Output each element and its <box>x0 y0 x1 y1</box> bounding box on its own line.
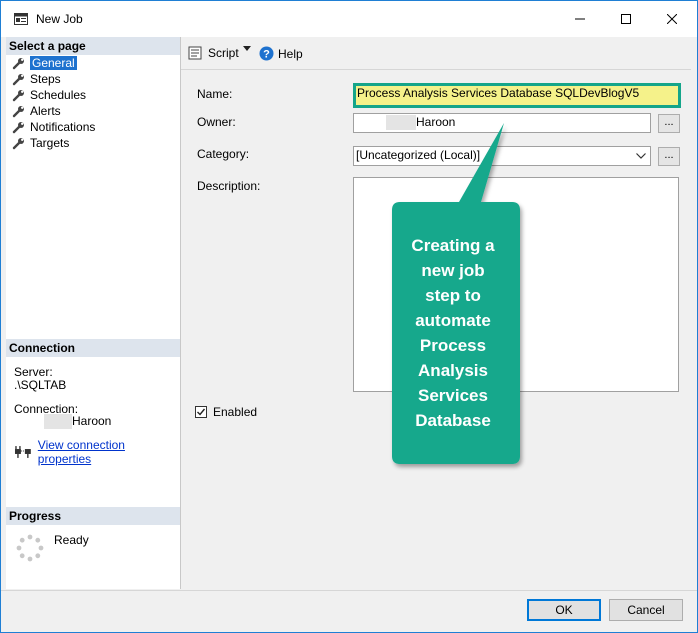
callout-line: Database <box>415 411 491 430</box>
new-job-dialog: New Job Select a page General Steps Sche… <box>0 0 698 633</box>
callout-line: step to <box>425 286 481 305</box>
callout-text: Creating a new job step to automate Proc… <box>393 233 513 433</box>
callout-line: Creating a <box>411 236 495 255</box>
callout-line: Process <box>419 336 487 355</box>
callout-line: automate <box>415 311 491 330</box>
callout-bubble <box>392 123 520 464</box>
callout-line: new job <box>421 261 485 280</box>
callout-line: Analysis <box>418 361 488 380</box>
callout-line: Services <box>418 386 488 405</box>
